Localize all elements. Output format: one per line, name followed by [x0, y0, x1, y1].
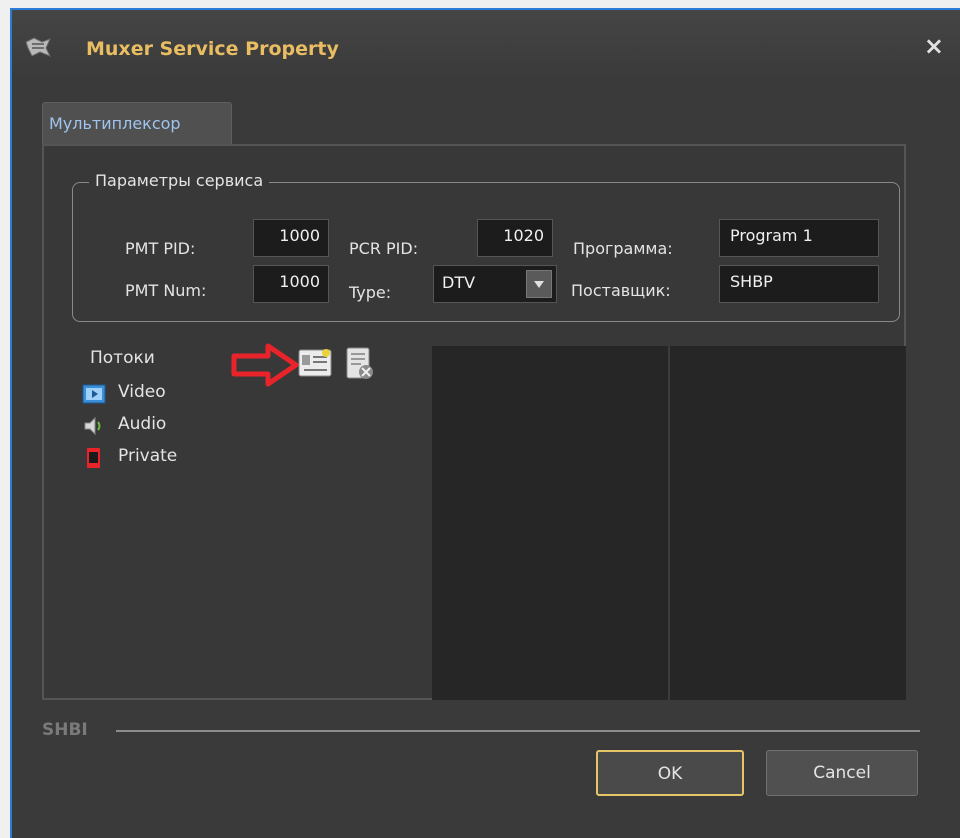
pcr-pid-label: PCR PID:: [349, 239, 419, 258]
tree-item-label: Video: [118, 382, 166, 402]
pmt-num-label: PMT Num:: [125, 281, 207, 300]
program-field[interactable]: Program 1: [719, 219, 879, 257]
streams-tree-root[interactable]: Потоки: [90, 348, 155, 368]
app-logo-icon: [25, 37, 52, 57]
window-title: Muxer Service Property: [86, 38, 339, 60]
cancel-button[interactable]: Cancel: [766, 750, 918, 796]
tree-item-label: Private: [118, 446, 178, 466]
pmt-pid-field[interactable]: 1000: [253, 219, 329, 257]
video-icon: [82, 384, 106, 404]
add-stream-icon[interactable]: [298, 346, 332, 380]
service-params-group: Параметры сервиса PMT PID: 1000 PCR PID:…: [72, 171, 900, 322]
group-title: Параметры сервиса: [89, 171, 270, 190]
ok-button[interactable]: OK: [596, 750, 744, 796]
program-label: Программа:: [573, 239, 673, 258]
tree-item-label: Audio: [118, 414, 167, 434]
private-icon: [87, 448, 100, 468]
type-select[interactable]: DTV: [433, 265, 557, 303]
audio-icon: [84, 416, 101, 436]
tab-multiplexer[interactable]: Мультиплексор: [42, 102, 232, 145]
footer-brand-label: SHBI: [42, 720, 88, 740]
title-bar[interactable]: Muxer Service Property ×: [12, 10, 960, 80]
chevron-down-icon[interactable]: [526, 270, 552, 298]
footer-divider: [116, 730, 920, 732]
dialog-window: Muxer Service Property × Мультиплексор П…: [10, 8, 960, 838]
type-label: Type:: [349, 283, 392, 302]
pmt-pid-label: PMT PID:: [125, 239, 196, 258]
delete-stream-icon[interactable]: [342, 346, 376, 380]
stream-details-list[interactable]: [432, 346, 906, 700]
column-divider[interactable]: [668, 346, 670, 700]
tab-label: Мультиплексор: [49, 114, 181, 133]
provider-field[interactable]: SHBP: [719, 265, 879, 303]
pcr-pid-field[interactable]: 1020: [477, 219, 553, 257]
pmt-num-field[interactable]: 1000: [253, 265, 329, 303]
provider-label: Поставщик:: [571, 281, 671, 300]
tab-panel: Параметры сервиса PMT PID: 1000 PCR PID:…: [42, 144, 906, 700]
type-select-value: DTV: [442, 273, 476, 292]
red-arrow-icon: [231, 343, 299, 387]
close-icon[interactable]: ×: [924, 34, 944, 58]
